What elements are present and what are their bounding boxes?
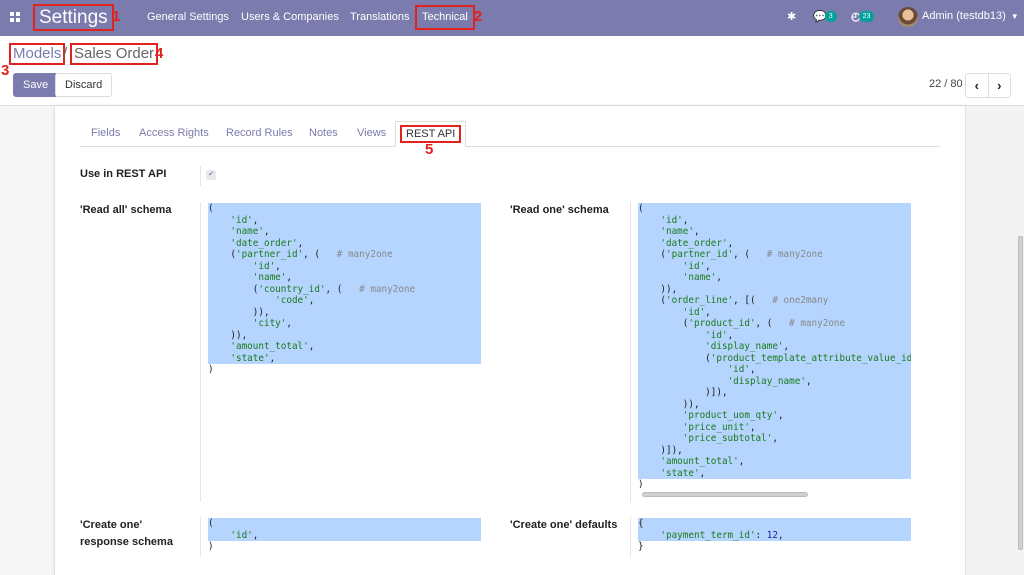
read-all-schema-label: 'Read all' schema bbox=[80, 204, 172, 216]
pager-buttons: ‹ › bbox=[965, 73, 1011, 98]
use-in-rest-api-label: Use in REST API bbox=[80, 168, 167, 180]
read-one-schema-editor[interactable]: ( 'id', 'name', 'date_order', ('partner_… bbox=[638, 203, 911, 488]
avatar[interactable] bbox=[898, 7, 918, 27]
menu-translations[interactable]: Translations bbox=[350, 11, 410, 23]
menu-users-companies[interactable]: Users & Companies bbox=[241, 11, 339, 23]
tab-notes[interactable]: Notes bbox=[309, 127, 338, 139]
create-one-defaults-label: 'Create one' defaults bbox=[510, 519, 618, 531]
caret-down-icon: ▼ bbox=[1010, 11, 1019, 21]
save-button[interactable]: Save bbox=[13, 73, 59, 97]
user-name: Admin (testdb13) bbox=[922, 10, 1006, 22]
tab-access-rights[interactable]: Access Rights bbox=[139, 127, 209, 139]
control-panel: Models / Sales Order 3 4 Save Discard 22… bbox=[0, 36, 1024, 106]
activities-count: 23 bbox=[858, 11, 875, 22]
read-all-schema-editor[interactable]: ( 'id', 'name', 'date_order', ('partner_… bbox=[208, 203, 481, 378]
tab-views[interactable]: Views bbox=[357, 127, 386, 139]
messages-count: 3 bbox=[824, 11, 837, 22]
create-one-response-editor[interactable]: ( 'id',) bbox=[208, 518, 481, 558]
activities-button[interactable]: ◴ 23 bbox=[851, 10, 875, 23]
user-menu[interactable]: Admin (testdb13) ▼ bbox=[922, 10, 1019, 22]
annotation-1: 1 bbox=[112, 8, 121, 25]
tab-fields[interactable]: Fields bbox=[91, 127, 120, 139]
pager-value[interactable]: 22 / 80 bbox=[929, 78, 963, 90]
use-in-rest-api-checkbox[interactable]: ✔ bbox=[206, 170, 216, 180]
create-one-defaults-editor[interactable]: { 'payment_term_id': 12,} bbox=[638, 518, 911, 558]
annotation-2: 2 bbox=[474, 8, 483, 25]
form-sheet: Fields Access Rights Record Rules Notes … bbox=[54, 106, 966, 575]
discard-button[interactable]: Discard bbox=[55, 73, 113, 97]
breadcrumb-models[interactable]: Models bbox=[9, 43, 66, 65]
vertical-scrollbar[interactable] bbox=[1018, 236, 1023, 550]
chevron-right-icon[interactable]: › bbox=[989, 74, 1011, 97]
create-one-response-label: 'Create one' response schema bbox=[80, 519, 173, 548]
annotation-3: 3 bbox=[1, 62, 10, 79]
apps-grid-icon[interactable] bbox=[10, 12, 20, 22]
read-one-schema-label: 'Read one' schema bbox=[510, 204, 609, 216]
bug-icon[interactable]: ✱ bbox=[787, 10, 796, 23]
menu-general-settings[interactable]: General Settings bbox=[147, 11, 229, 23]
top-navbar: Settings 1 General Settings Users & Comp… bbox=[0, 0, 1024, 36]
horizontal-scrollbar[interactable] bbox=[642, 492, 808, 497]
chevron-left-icon[interactable]: ‹ bbox=[966, 74, 989, 97]
notebook-tabs: Fields Access Rights Record Rules Notes … bbox=[80, 121, 940, 147]
breadcrumb-separator: / bbox=[63, 45, 68, 62]
annotation-4: 4 bbox=[155, 45, 164, 62]
annotation-5: 5 bbox=[425, 141, 434, 158]
app-title[interactable]: Settings bbox=[33, 4, 114, 31]
tab-record-rules[interactable]: Record Rules bbox=[226, 127, 293, 139]
right-gutter bbox=[966, 106, 1024, 575]
breadcrumb-current: Sales Order bbox=[70, 43, 159, 65]
messages-button[interactable]: 💬 3 bbox=[813, 10, 837, 23]
menu-technical[interactable]: Technical bbox=[415, 5, 475, 30]
